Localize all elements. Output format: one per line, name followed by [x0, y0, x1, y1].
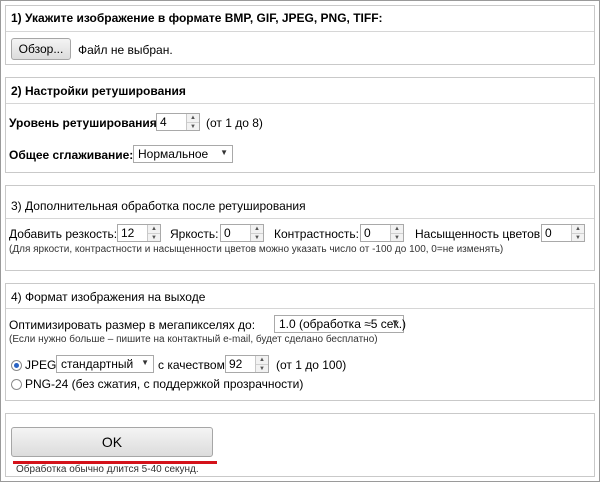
jpeg-label: JPEG — [25, 358, 57, 372]
section-divider — [6, 103, 594, 104]
spin-down-icon[interactable]: ▼ — [256, 364, 268, 372]
jpeg-mode-select[interactable]: стандартный ▼ — [56, 355, 154, 373]
spin-down-icon[interactable]: ▼ — [572, 233, 584, 241]
retouch-level-range: (от 1 до 8) — [206, 116, 263, 130]
adjustment-range-hint: (Для яркости, контрастности и насыщеннос… — [9, 244, 504, 255]
spin-up-icon[interactable]: ▲ — [148, 225, 160, 233]
contrast-label: Контрастность: — [274, 227, 360, 241]
saturation-label: Насыщенность цветов: — [415, 227, 544, 241]
quality-label: с качеством — [158, 358, 225, 372]
section-output-title: 4) Формат изображения на выходе — [11, 290, 206, 304]
section-retouch-settings: 2) Настройки ретуширования Уровень ретуш… — [5, 77, 595, 173]
quality-range: (от 1 до 100) — [276, 358, 347, 372]
retouch-level-value: 4 — [160, 115, 167, 129]
smoothing-value: Нормальное — [138, 147, 209, 161]
section-upload: 1) Укажите изображение в формате BMP, GI… — [5, 5, 595, 65]
section-output-format: 4) Формат изображения на выходе Оптимизи… — [5, 283, 595, 401]
browse-button[interactable]: Обзор... — [11, 38, 71, 60]
spinner-arrows[interactable]: ▲ ▼ — [255, 356, 268, 372]
retouch-level-label: Уровень ретуширования: — [9, 116, 161, 130]
spin-up-icon[interactable]: ▲ — [256, 356, 268, 364]
submit-area: OK Обработка обычно длится 5-40 секунд. — [5, 413, 595, 477]
spin-up-icon[interactable]: ▲ — [251, 225, 263, 233]
processing-duration-note: Обработка обычно длится 5-40 секунд. — [16, 464, 199, 475]
spin-down-icon[interactable]: ▼ — [391, 233, 403, 241]
jpeg-radio[interactable] — [11, 360, 22, 371]
contrast-input[interactable]: 0 ▲ ▼ — [360, 224, 404, 242]
ok-button[interactable]: OK — [11, 427, 213, 457]
quality-value: 92 — [229, 357, 243, 371]
sharpness-label: Добавить резкость: — [9, 227, 118, 241]
spinner-arrows[interactable]: ▲ ▼ — [571, 225, 584, 241]
quality-input[interactable]: 92 ▲ ▼ — [225, 355, 269, 373]
spinner-arrows[interactable]: ▲ ▼ — [390, 225, 403, 241]
chevron-down-icon: ▼ — [391, 318, 399, 327]
png-radio[interactable] — [11, 379, 22, 390]
saturation-value: 0 — [545, 226, 552, 240]
spinner-arrows[interactable]: ▲ ▼ — [186, 114, 199, 130]
saturation-input[interactable]: 0 ▲ ▼ — [541, 224, 585, 242]
section-postprocess: 3) Дополнительная обработка после ретуши… — [5, 185, 595, 271]
optimize-size-label: Оптимизировать размер в мегапикселях до: — [9, 318, 256, 332]
brightness-label: Яркость: — [170, 227, 219, 241]
sharpness-input[interactable]: 12 ▲ ▼ — [117, 224, 161, 242]
section-postprocess-title: 3) Дополнительная обработка после ретуши… — [11, 199, 306, 213]
smoothing-select[interactable]: Нормальное ▼ — [133, 145, 233, 163]
section-upload-title: 1) Укажите изображение в формате BMP, GI… — [11, 11, 383, 25]
spin-down-icon[interactable]: ▼ — [187, 122, 199, 130]
section-retouch-title: 2) Настройки ретуширования — [11, 84, 186, 98]
optimize-size-hint: (Если нужно больше – пишите на контактны… — [9, 334, 378, 345]
section-divider — [6, 31, 594, 32]
optimize-size-value: 1.0 (обработка ≈5 сек.) — [279, 317, 407, 331]
jpeg-mode-value: стандартный — [61, 357, 134, 371]
chevron-down-icon: ▼ — [220, 148, 228, 157]
contrast-value: 0 — [364, 226, 371, 240]
section-divider — [6, 308, 594, 309]
spin-up-icon[interactable]: ▲ — [391, 225, 403, 233]
spin-down-icon[interactable]: ▼ — [251, 233, 263, 241]
spin-up-icon[interactable]: ▲ — [187, 114, 199, 122]
png-label: PNG-24 (без сжатия, с поддержкой прозрач… — [25, 377, 304, 391]
file-status-text: Файл не выбран. — [78, 43, 173, 57]
spinner-arrows[interactable]: ▲ ▼ — [147, 225, 160, 241]
section-divider — [6, 218, 594, 219]
spin-up-icon[interactable]: ▲ — [572, 225, 584, 233]
chevron-down-icon: ▼ — [141, 358, 149, 367]
brightness-value: 0 — [224, 226, 231, 240]
optimize-size-select[interactable]: 1.0 (обработка ≈5 сек.) ▼ — [274, 315, 407, 333]
spinner-arrows[interactable]: ▲ ▼ — [250, 225, 263, 241]
spin-down-icon[interactable]: ▼ — [148, 233, 160, 241]
smoothing-label: Общее сглаживание: — [9, 148, 134, 162]
retouch-level-input[interactable]: 4 ▲ ▼ — [156, 113, 200, 131]
brightness-input[interactable]: 0 ▲ ▼ — [220, 224, 264, 242]
sharpness-value: 12 — [121, 226, 135, 240]
